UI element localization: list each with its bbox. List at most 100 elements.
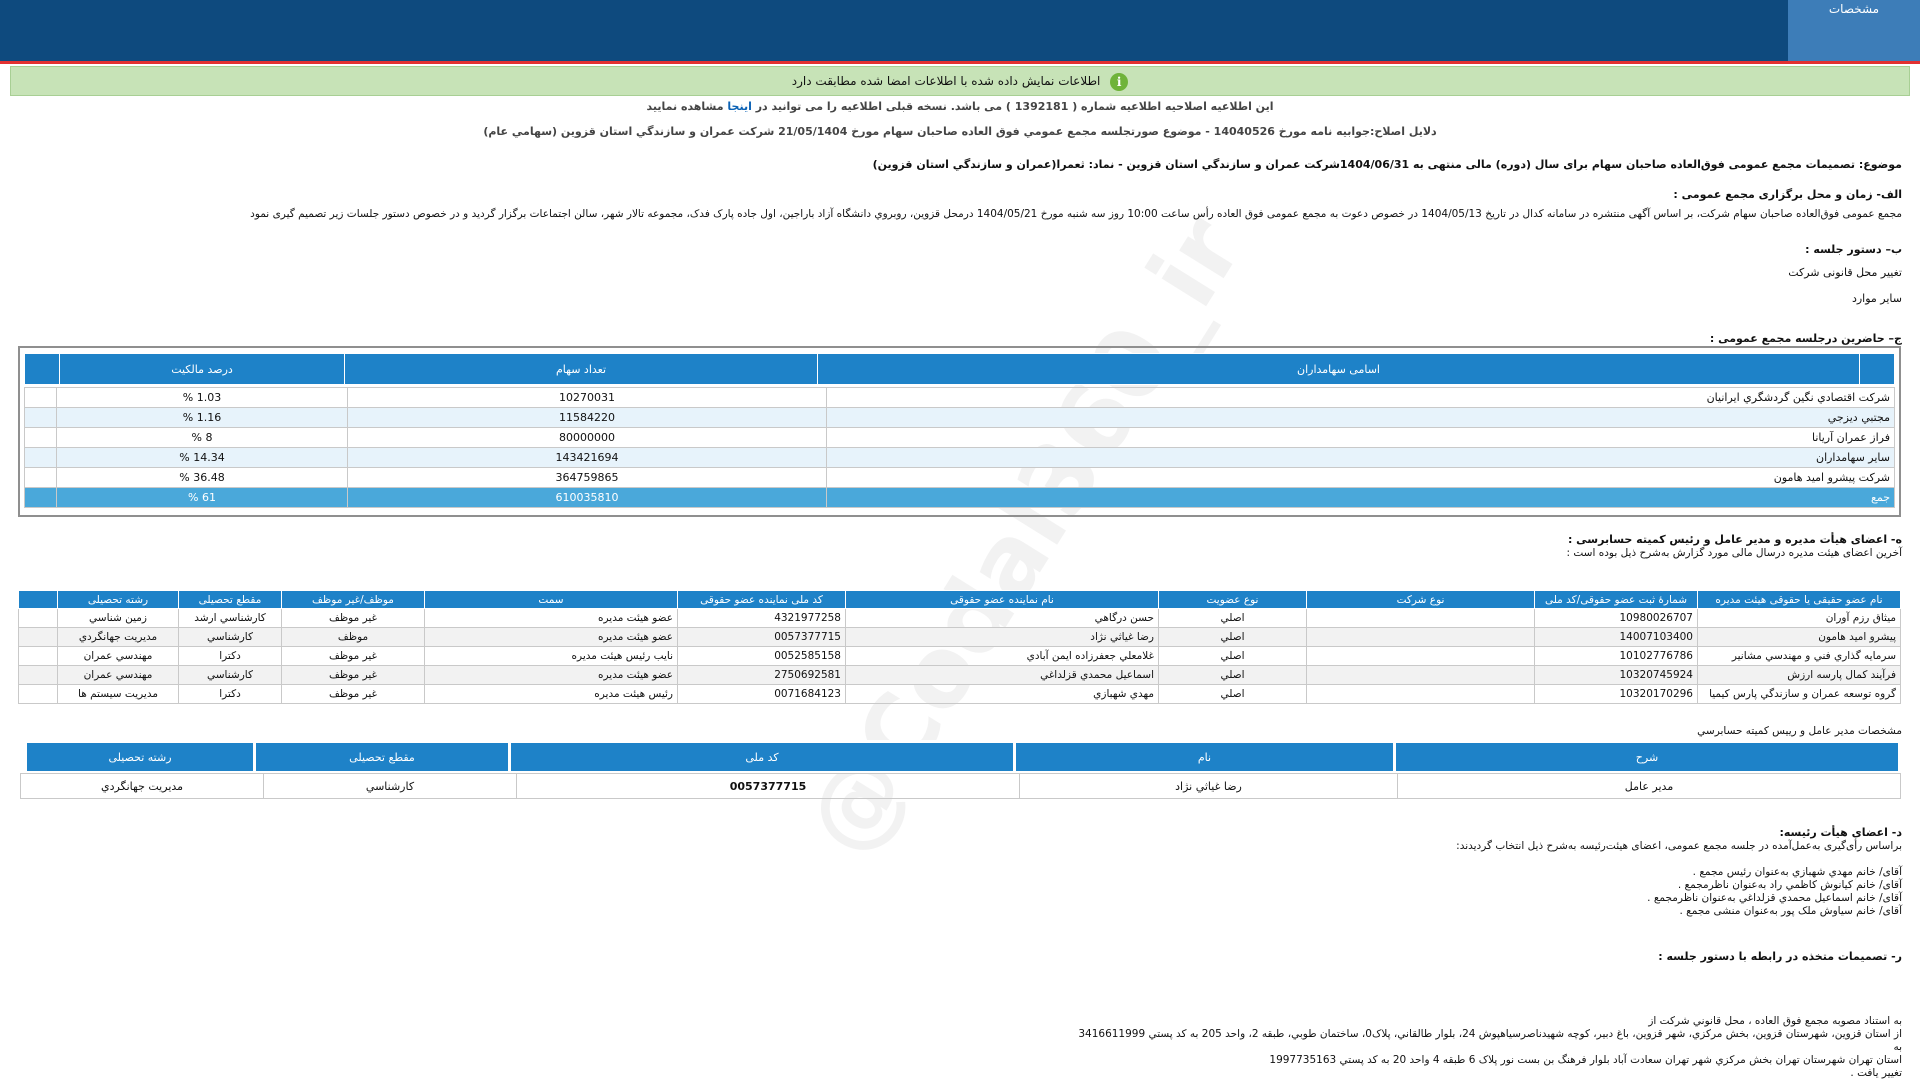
table-row: مجتبي ديزجي 11584220 1.16 % [24, 407, 1895, 428]
major: مهندسي عمران [57, 665, 179, 685]
ownership-percent: 8 % [56, 427, 348, 448]
share-count: 11584220 [347, 407, 827, 428]
ownership-percent: 14.34 % [56, 447, 348, 468]
section-f-title: ر- تصمیمات متخذه در رابطه با دستور جلسه … [1658, 950, 1902, 963]
header-degree: مقطع تحصیلی [253, 740, 511, 774]
major: مهندسي عمران [57, 646, 179, 666]
header-registration-id: شمارهٔ ثبت عضو حقوقی/کد ملی [1534, 590, 1698, 609]
membership-type: اصلي [1158, 665, 1307, 685]
shareholder-name: شرکت اقتصادي نگين گردشگري ايرانيان [826, 387, 1895, 408]
header-degree: مقطع تحصیلی [178, 590, 282, 609]
position: نايب رئيس هيئت مديره [424, 646, 678, 666]
previous-version-link[interactable]: اینجا [727, 100, 751, 113]
top-header-bar [0, 0, 1920, 61]
header-major: رشته تحصیلی [57, 590, 179, 609]
representative-name: حسن درگاهي [845, 608, 1159, 628]
agenda-item: تغییر محل قانونی شرکت [1788, 266, 1902, 279]
table-row: سرمايه گذاري فني و مهندسي مشانير 1010277… [18, 646, 1901, 666]
company-type [1306, 684, 1535, 704]
section-c-title: ج– حاضرین درجلسه مجمع عمومی : [1709, 332, 1902, 345]
member-name: گروه توسعه عمران و سازندگي پارس کيميا [1697, 684, 1901, 704]
membership-type: اصلي [1158, 608, 1307, 628]
header-representative-name: نام نماینده عضو حقوقی [845, 590, 1159, 609]
section-a-title: الف- زمان و محل برگزاری مجمع عمومی : [1673, 188, 1902, 201]
header-membership-type: نوع عضویت [1158, 590, 1307, 609]
representative-id: 0057377715 [677, 627, 846, 647]
ownership-percent: 36.48 % [56, 467, 348, 488]
row-spacer [24, 427, 57, 448]
representative-id: 4321977258 [677, 608, 846, 628]
section-e-intro: براساس رأی‌گیری به‌عمل‌آمده در جلسه مجمع… [1456, 840, 1902, 852]
table-row: فراز عمران آريانا 80000000 8 % [24, 427, 1895, 448]
notice-text: اطلاعات نمایش داده شده با اطلاعات امضا ش… [791, 74, 1101, 88]
row-spacer [18, 684, 58, 704]
decision-line: به [1893, 1041, 1902, 1053]
amendment-reason: دلایل اصلاح:جوابیه نامه مورخ 14040526 - … [483, 125, 1437, 138]
tab-specifications[interactable]: مشخصات [1788, 0, 1920, 61]
row-spacer [18, 665, 58, 685]
section-e-title: د- اعضای هیأت رئیسه: [1779, 826, 1902, 839]
info-icon: i [1110, 72, 1129, 91]
representative-name: مهدي شهبازي [845, 684, 1159, 704]
ownership-percent: 1.16 % [56, 407, 348, 428]
shareholders-table: شرکت اقتصادي نگين گردشگري ايرانيان 10270… [24, 387, 1895, 508]
shareholder-name: ساير سهامداران [826, 447, 1895, 468]
ceo-name: رضا غياثي نژاد [1019, 773, 1398, 799]
registration-id: 10320745924 [1534, 665, 1698, 685]
company-type [1306, 608, 1535, 628]
total-shares: 610035810 [347, 487, 827, 508]
shareholders-table-frame: اسامی سهامداران تعداد سهام درصد مالکیت ش… [18, 346, 1901, 517]
registration-id: 14007103400 [1534, 627, 1698, 647]
representative-id: 2750692581 [677, 665, 846, 685]
ceo-major: مديريت جهانگردي [20, 773, 264, 799]
signed-info-notice: اطلاعات نمایش داده شده با اطلاعات امضا ش… [10, 66, 1910, 96]
degree: کارشناسي [178, 665, 282, 685]
position: عضو هيئت مديره [424, 608, 678, 628]
presidium-member: آقای/ خانم کيانوش کاظمي راد به‌عنوان ناظ… [1677, 879, 1902, 891]
row-spacer [18, 608, 58, 628]
share-count: 10270031 [347, 387, 827, 408]
representative-id: 0052585158 [677, 646, 846, 666]
registration-id: 10102776786 [1534, 646, 1698, 666]
representative-name: غلامعلي جعفرزاده ايمن آبادي [845, 646, 1159, 666]
table-row: فرآيند کمال پارسه ارزش 10320745924 اصلي … [18, 665, 1901, 685]
position: عضو هيئت مديره [424, 627, 678, 647]
header-spacer [24, 353, 60, 385]
degree: کارشناسي ارشد [178, 608, 282, 628]
company-type [1306, 646, 1535, 666]
shareholder-name: مجتبي ديزجي [826, 407, 1895, 428]
section-d-subtitle: آخرین اعضای هیئت مدیره درسال مالی مورد گ… [1566, 547, 1902, 559]
presidium-member: آقای/ خانم سياوش ملک پور به‌عنوان منشی م… [1679, 905, 1902, 917]
table-row: ساير سهامداران 143421694 14.34 % [24, 447, 1895, 468]
row-spacer [24, 447, 57, 468]
representative-name: اسماعيل محمدي قزلداغي [845, 665, 1159, 685]
degree: دکترا [178, 646, 282, 666]
board-members-table: نام عضو حقیقی یا حقوقی هیئت مدیره شمارهٔ… [18, 590, 1901, 704]
member-name: سرمايه گذاري فني و مهندسي مشانير [1697, 646, 1901, 666]
table-row: ميثاق رزم آوران 10980026707 اصلي حسن درگ… [18, 608, 1901, 628]
header-name: نام [1013, 740, 1396, 774]
header-national-id: کد ملی [508, 740, 1016, 774]
shareholder-name: فراز عمران آريانا [826, 427, 1895, 448]
executive-status: غير موظف [281, 684, 425, 704]
header-shareholder-names: اسامی سهامداران [817, 353, 1860, 385]
row-spacer [24, 467, 57, 488]
registration-id: 10320170296 [1534, 684, 1698, 704]
representative-id: 0071684123 [677, 684, 846, 704]
member-name: پيشرو اميد هامون [1697, 627, 1901, 647]
degree: دکترا [178, 684, 282, 704]
membership-type: اصلي [1158, 684, 1307, 704]
ceo-national-id: 0057377715 [516, 773, 1020, 799]
table-row: مدير عامل رضا غياثي نژاد 0057377715 کارش… [20, 773, 1901, 799]
row-spacer [18, 646, 58, 666]
executive-status: غير موظف [281, 608, 425, 628]
header-executive-status: موظف/غیر موظف [281, 590, 425, 609]
header-member-name: نام عضو حقیقی یا حقوقی هیئت مدیره [1697, 590, 1901, 609]
company-type [1306, 665, 1535, 685]
header-company-type: نوع شرکت [1306, 590, 1535, 609]
executive-status: موظف [281, 627, 425, 647]
membership-type: اصلي [1158, 627, 1307, 647]
header-description: شرح [1393, 740, 1901, 774]
total-label: جمع [826, 487, 1895, 508]
decision-line: از استان قزوين، شهرستان قزوين، بخش مرکزي… [1078, 1028, 1902, 1040]
